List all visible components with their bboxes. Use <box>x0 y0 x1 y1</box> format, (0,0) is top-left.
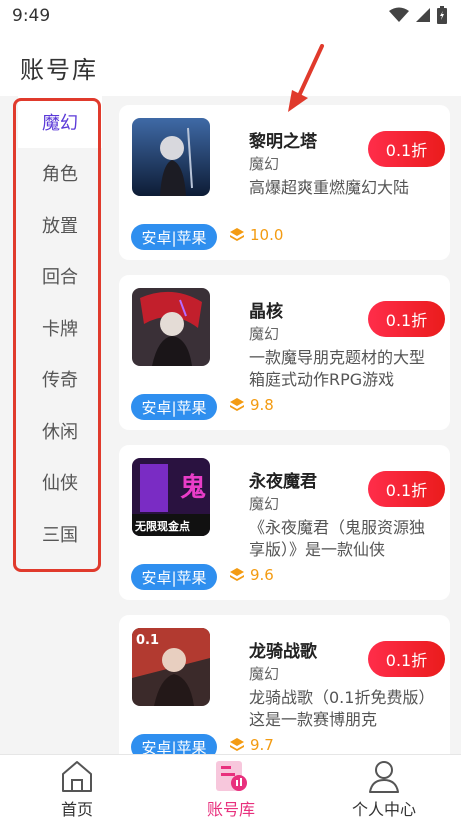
platform-tag: 安卓|苹果 <box>131 394 217 420</box>
status-time: 9:49 <box>12 6 51 26</box>
game-card[interactable]: 0.1 龙骑战歌 魔幻 龙骑战歌（0.1折免费版）这是一款赛博朋克 0.1折 安… <box>119 615 450 754</box>
game-name: 龙骑战歌 <box>249 642 317 662</box>
svg-text:鬼: 鬼 <box>180 472 206 503</box>
game-category: 魔幻 <box>249 665 280 683</box>
tab-home[interactable]: 首页 <box>0 755 154 820</box>
sidebar-item-juese[interactable]: 角色 <box>18 148 102 200</box>
tab-label: 个人中心 <box>351 800 416 819</box>
sidebar-item-sanguo[interactable]: 三国 <box>18 508 102 560</box>
category-list: 魔幻 角色 放置 回合 卡牌 传奇 休闲 仙侠 三国 <box>18 96 102 560</box>
game-name: 晶核 <box>249 302 283 322</box>
score: 9.6 <box>229 566 274 584</box>
score: 9.7 <box>229 736 274 754</box>
game-thumbnail <box>132 118 210 196</box>
game-category: 魔幻 <box>249 495 280 513</box>
game-card[interactable]: 晶核 魔幻 一款魔导朋克题材的大型箱庭式动作RPG游戏 0.1折 安卓|苹果 9… <box>119 275 450 430</box>
game-name: 黎明之塔 <box>249 132 317 152</box>
wifi-icon <box>389 7 409 22</box>
signal-icon <box>416 8 430 22</box>
sidebar-item-kapai[interactable]: 卡牌 <box>18 302 102 354</box>
sidebar-item-xianxia[interactable]: 仙侠 <box>18 457 102 509</box>
score-value: 9.7 <box>250 736 274 754</box>
user-icon <box>369 761 399 793</box>
game-thumbnail: 鬼 无限现金点 <box>132 458 210 536</box>
layers-icon <box>230 738 244 751</box>
home-icon <box>62 761 92 792</box>
game-category: 魔幻 <box>249 155 280 173</box>
layers-icon <box>230 228 244 241</box>
status-icons <box>389 6 447 24</box>
tab-bar: 首页 账号库 个人中心 <box>0 754 461 820</box>
score-value: 9.6 <box>250 566 274 584</box>
discount-button[interactable]: 0.1折 <box>368 471 445 507</box>
discount-button[interactable]: 0.1折 <box>368 301 445 337</box>
status-bar: 9:49 <box>0 0 461 34</box>
tab-profile[interactable]: 个人中心 <box>307 755 461 820</box>
game-category: 魔幻 <box>249 325 280 343</box>
discount-button[interactable]: 0.1折 <box>368 131 445 167</box>
platform-tag: 安卓|苹果 <box>131 734 217 754</box>
game-description: 龙骑战歌（0.1折免费版）这是一款赛博朋克 <box>249 688 435 729</box>
game-card[interactable]: 鬼 无限现金点 永夜魔君 魔幻 《永夜魔君（鬼服资源独享版）》是一款仙侠 0.1… <box>119 445 450 600</box>
thumbnail-label: 无限现金点 <box>134 519 190 533</box>
game-thumbnail <box>132 288 210 366</box>
tab-label: 首页 <box>60 800 93 819</box>
sidebar-item-xiuxian[interactable]: 休闲 <box>18 405 102 457</box>
sidebar-item-fangzhi[interactable]: 放置 <box>18 199 102 251</box>
battery-icon <box>437 6 447 24</box>
platform-tag: 安卓|苹果 <box>131 564 217 590</box>
layers-icon <box>230 568 244 581</box>
game-thumbnail: 0.1 <box>132 628 210 706</box>
game-name: 永夜魔君 <box>249 472 317 492</box>
platform-tag: 安卓|苹果 <box>131 224 217 250</box>
sidebar-item-mohuan[interactable]: 魔幻 <box>18 96 102 148</box>
score: 9.8 <box>229 396 274 414</box>
library-icon <box>216 761 247 791</box>
layers-icon <box>230 398 244 411</box>
tab-label: 账号库 <box>206 800 255 819</box>
sidebar-item-huihe[interactable]: 回合 <box>18 251 102 303</box>
score-value: 10.0 <box>250 226 284 244</box>
category-sidebar: 魔幻 角色 放置 回合 卡牌 传奇 休闲 仙侠 三国 <box>0 96 112 754</box>
tab-library[interactable]: 账号库 <box>154 755 308 820</box>
score: 10.0 <box>229 226 283 244</box>
game-description: 高爆超爽重燃魔幻大陆 <box>249 178 410 197</box>
page-title: 账号库 <box>20 56 98 84</box>
thumbnail-label: 0.1 <box>136 633 159 648</box>
game-card[interactable]: 黎明之塔 魔幻 高爆超爽重燃魔幻大陆 0.1折 安卓|苹果 10.0 <box>119 105 450 260</box>
score-value: 9.8 <box>250 396 274 414</box>
game-list: 黎明之塔 魔幻 高爆超爽重燃魔幻大陆 0.1折 安卓|苹果 10.0 晶核 魔幻… <box>112 96 461 754</box>
game-description: 《永夜魔君（鬼服资源独享版）》是一款仙侠 <box>249 518 426 559</box>
sidebar-item-chuanqi[interactable]: 传奇 <box>18 354 102 406</box>
discount-button[interactable]: 0.1折 <box>368 641 445 677</box>
header: 账号库 <box>0 34 461 96</box>
game-description: 一款魔导朋克题材的大型箱庭式动作RPG游戏 <box>249 348 426 389</box>
